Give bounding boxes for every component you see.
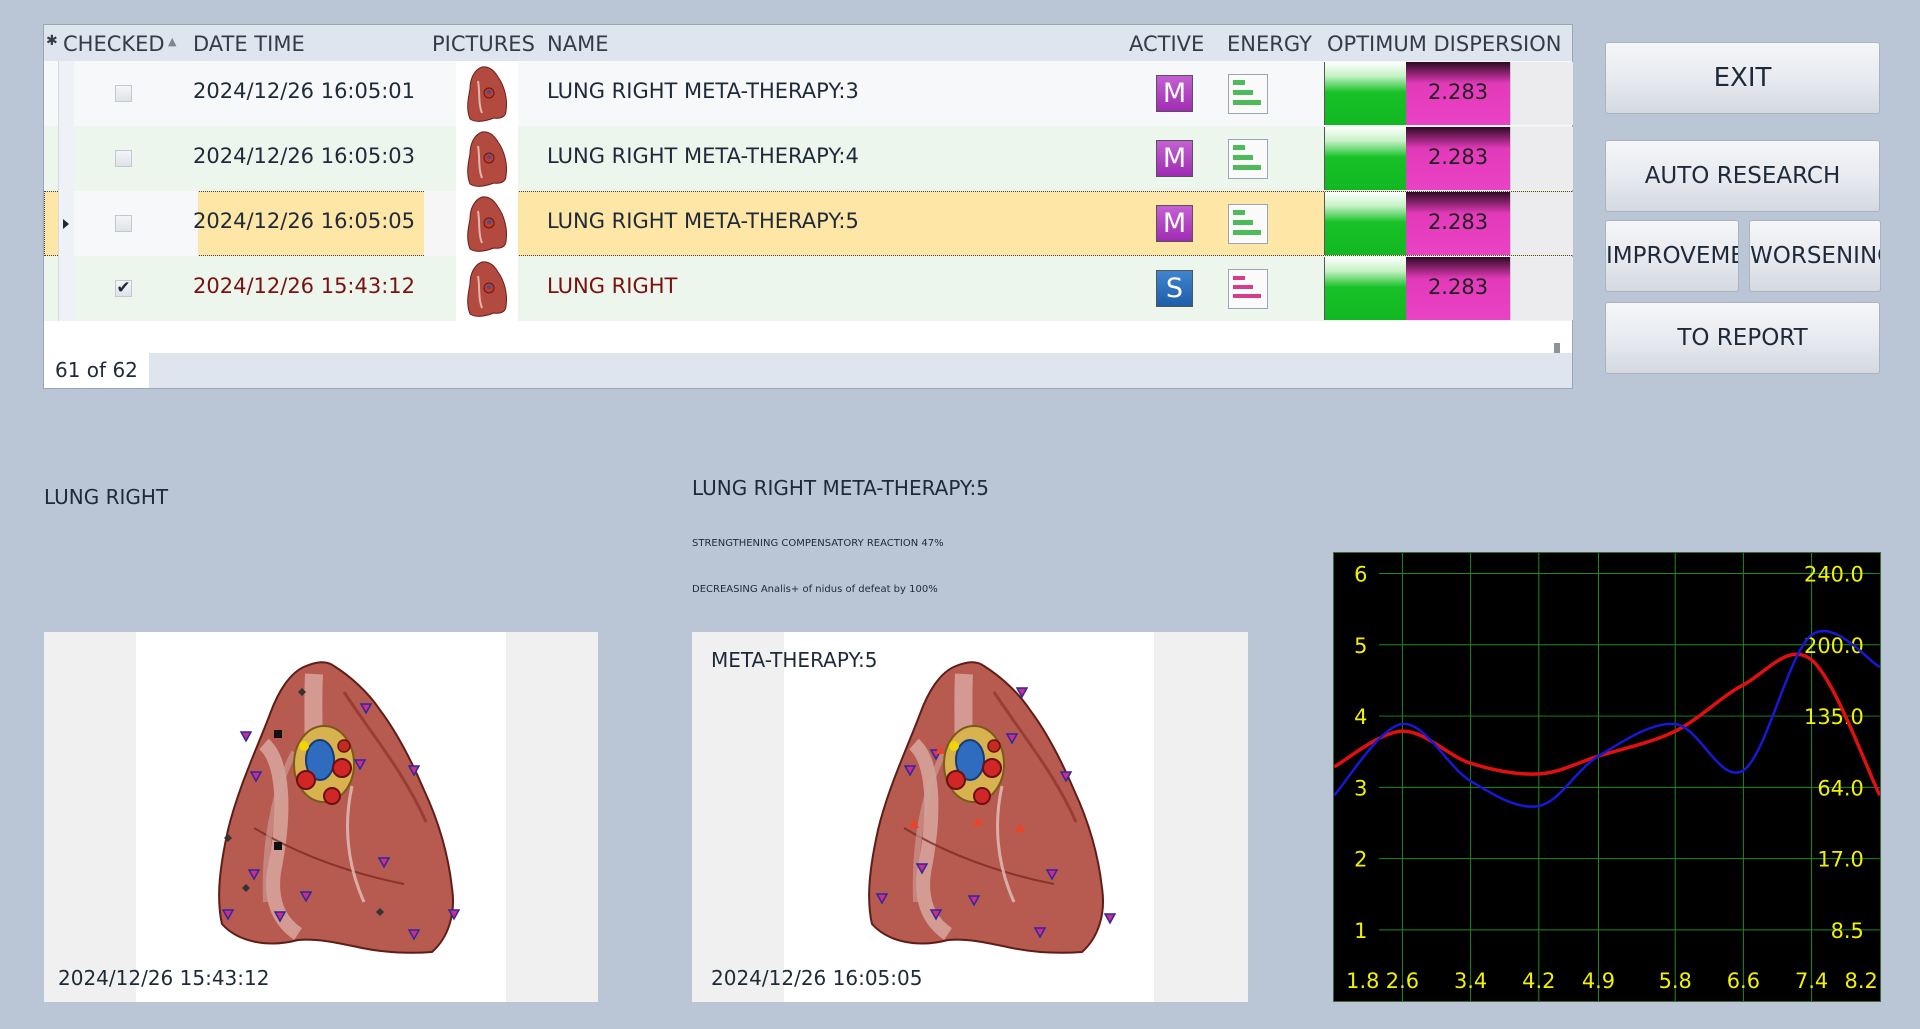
table-row[interactable]: 2024/12/26 16:05:01 LUNG RIGHT META-THER… [44, 61, 1573, 126]
y-right-tick-label: 17.0 [1817, 848, 1864, 872]
optimum-bar [1324, 192, 1407, 255]
energy-icon[interactable] [1228, 204, 1268, 244]
col-active[interactable]: ACTIVE [1129, 32, 1204, 56]
x-tick-label: 4.2 [1522, 969, 1555, 993]
optimum-bar [1324, 257, 1407, 320]
row-name: LUNG RIGHT META-THERAPY:4 [547, 144, 859, 168]
lung-image [868, 661, 1117, 954]
note-decreasing: DECREASING Analis+ of nidus of defeat by… [692, 584, 938, 595]
y-right-tick-label: 135.0 [1804, 705, 1864, 729]
y-right-tick-label: 8.5 [1831, 919, 1864, 943]
energy-icon[interactable] [1228, 74, 1268, 114]
left-panel-timestamp: 2024/12/26 15:43:12 [58, 966, 270, 990]
y-right-tick-label: 240.0 [1804, 563, 1864, 587]
y-left-tick-label: 1 [1354, 919, 1367, 943]
col-pictures[interactable]: PICTURES [432, 32, 535, 56]
exit-button[interactable]: EXIT [1605, 42, 1880, 114]
row-name: LUNG RIGHT META-THERAPY:3 [547, 79, 859, 103]
row-indicator-icon[interactable]: ✱ [46, 33, 58, 49]
col-date-time[interactable]: DATE TIME [193, 32, 305, 56]
improvement-button[interactable]: IMPROVEMENT [1605, 220, 1739, 292]
row-filler [1510, 192, 1573, 255]
y-left-tick-label: 3 [1354, 776, 1367, 800]
y-left-tick-label: 2 [1354, 848, 1367, 872]
left-panel-title: LUNG RIGHT [44, 485, 169, 509]
row-name: LUNG RIGHT [547, 274, 678, 298]
x-tick-label: 4.9 [1582, 969, 1615, 993]
lung-thumbnail [456, 61, 518, 126]
row-date-time: 2024/12/26 16:05:01 [193, 79, 416, 103]
left-lung-panel: 2024/12/26 15:43:12 [44, 632, 598, 1002]
x-tick-label: 3.4 [1454, 969, 1487, 993]
row-checkbox[interactable] [115, 215, 132, 232]
optimum-bar [1324, 62, 1407, 125]
dispersion-value: 2.283 [1406, 127, 1510, 190]
col-name[interactable]: NAME [547, 32, 608, 56]
data-grid: ✱ CHECKED ▲ DATE TIME PICTURES NAME ACTI… [43, 24, 1573, 389]
grid-footer: 61 of 62 [44, 353, 1572, 388]
active-mode-badge[interactable]: M [1156, 75, 1193, 112]
line-chart: 1234568.517.064.0135.0200.0240.01.8 2.6 3.… [1333, 552, 1881, 1002]
worsening-button[interactable]: WORSENING [1749, 220, 1881, 292]
y-left-tick-label: 4 [1354, 705, 1367, 729]
y-right-tick-label: 64.0 [1817, 776, 1864, 800]
col-optimum-dispersion[interactable]: OPTIMUM DISPERSION [1327, 32, 1561, 56]
active-mode-badge[interactable]: M [1156, 205, 1193, 242]
right-panel-label: META-THERAPY:5 [711, 648, 878, 672]
lung-image [218, 661, 461, 954]
energy-icon[interactable] [1228, 269, 1268, 309]
right-panel-timestamp: 2024/12/26 16:05:05 [711, 966, 923, 990]
row-filler [1510, 62, 1573, 125]
row-selector[interactable] [58, 191, 74, 256]
row-checkbox[interactable] [115, 150, 132, 167]
row-name: LUNG RIGHT META-THERAPY:5 [547, 209, 859, 233]
row-filler [1510, 257, 1573, 320]
energy-icon[interactable] [1228, 139, 1268, 179]
dispersion-value: 2.283 [1406, 257, 1510, 320]
series-red-line [1334, 652, 1880, 797]
lung-thumbnail [456, 126, 518, 191]
x-tick-label: 8.2 [1845, 969, 1878, 993]
lung-thumbnail [456, 191, 518, 256]
dispersion-value: 2.283 [1406, 192, 1510, 255]
note-strengthening: STRENGTHENING COMPENSATORY REACTION 47% [692, 538, 944, 549]
col-checked[interactable]: CHECKED [63, 32, 165, 56]
row-date-time: 2024/12/26 15:43:12 [193, 274, 416, 298]
row-date-time: 2024/12/26 16:05:05 [193, 209, 416, 233]
sort-asc-icon: ▲ [168, 35, 177, 48]
col-energy[interactable]: ENERGY [1227, 32, 1312, 56]
x-tick-label: 5.8 [1659, 969, 1692, 993]
row-checkbox[interactable]: ✔ [115, 280, 132, 297]
right-panel-title: LUNG RIGHT META-THERAPY:5 [692, 476, 989, 500]
table-row[interactable]: 2024/12/26 16:05:05 LUNG RIGHT META-THER… [44, 191, 1573, 256]
row-date-time: 2024/12/26 16:05:03 [193, 144, 416, 168]
dispersion-value: 2.283 [1406, 62, 1510, 125]
right-lung-panel: META-THERAPY:5 2024/12/26 16:05:05 [692, 632, 1248, 1002]
row-selector[interactable] [58, 126, 74, 191]
active-mode-badge[interactable]: M [1156, 140, 1193, 177]
to-report-button[interactable]: TO REPORT [1605, 302, 1880, 374]
grid-header: ✱ CHECKED ▲ DATE TIME PICTURES NAME ACTI… [44, 25, 1572, 61]
y-left-tick-label: 5 [1354, 634, 1367, 658]
lung-thumbnail [456, 256, 518, 321]
x-tick-label: 6.6 [1727, 969, 1760, 993]
x-tick-label: 2.6 [1386, 969, 1419, 993]
optimum-bar [1324, 127, 1407, 190]
row-selector[interactable] [58, 256, 74, 321]
current-row-icon [63, 219, 69, 229]
series-blue-line [1334, 629, 1880, 808]
x-tick-label: 7.4 [1795, 969, 1828, 993]
table-row[interactable]: ✔ 2024/12/26 15:43:12 LUNG RIGHT S 2.283 [44, 256, 1573, 321]
x-tick-label: 1.8 [1346, 969, 1379, 993]
row-checkbox[interactable] [115, 85, 132, 102]
auto-research-button[interactable]: AUTO RESEARCH [1605, 140, 1880, 212]
row-selector[interactable] [58, 61, 74, 126]
y-left-tick-label: 6 [1354, 563, 1367, 587]
active-mode-badge[interactable]: S [1156, 270, 1193, 307]
table-row[interactable]: 2024/12/26 16:05:03 LUNG RIGHT META-THER… [44, 126, 1573, 191]
record-count: 61 of 62 [44, 353, 149, 388]
row-filler [1510, 127, 1573, 190]
